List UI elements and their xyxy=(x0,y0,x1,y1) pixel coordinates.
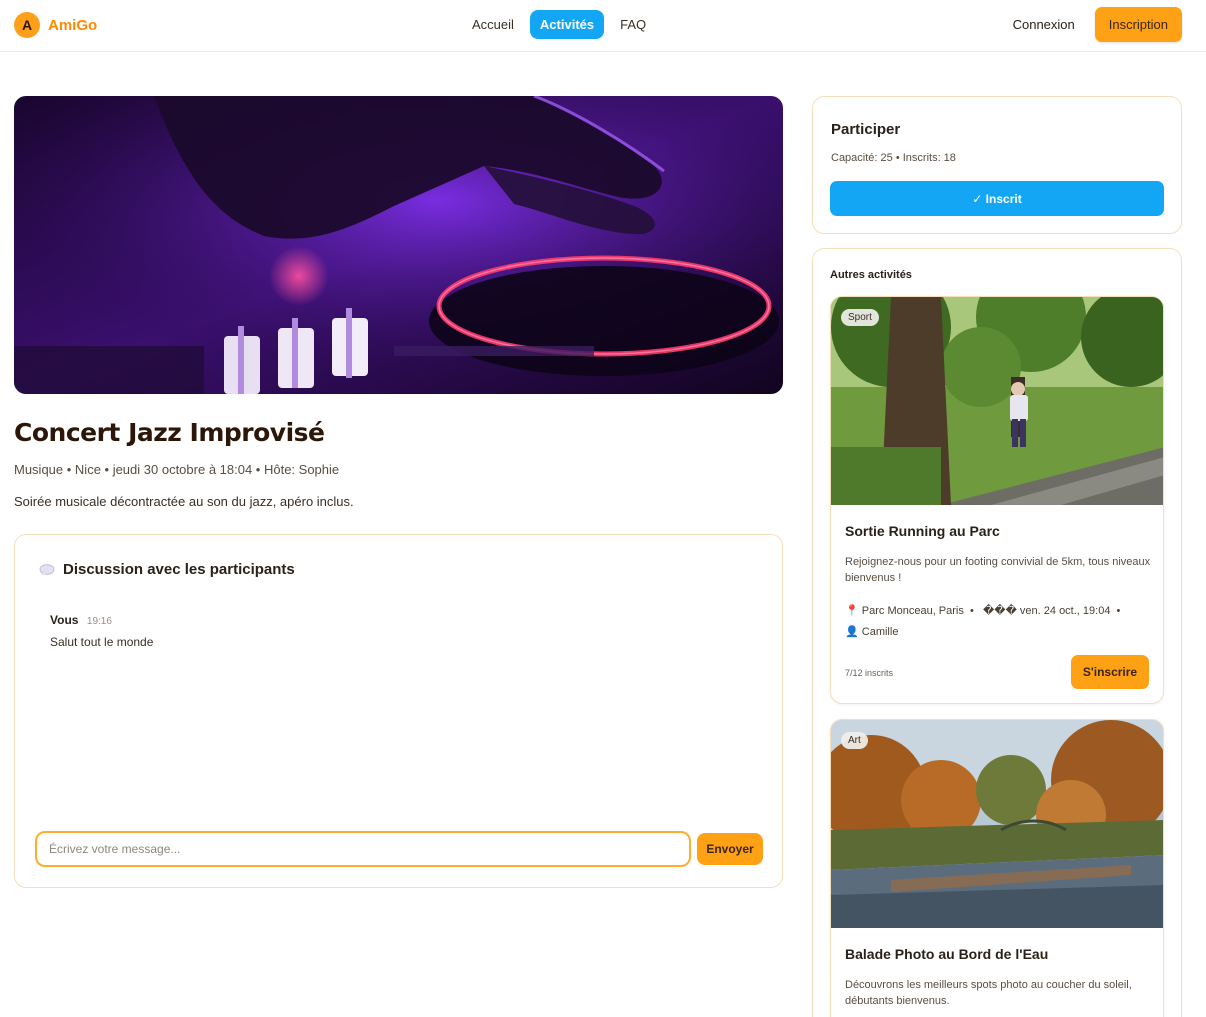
activity-tag: Art xyxy=(841,732,868,749)
event-title: Concert Jazz Improvisé xyxy=(14,418,325,447)
app-name: AmiGo xyxy=(48,16,98,34)
participate-title: Participer xyxy=(831,121,901,138)
activity-meta: 📍 Parc Monceau, Paris • ��� ven. 24 oct.… xyxy=(845,605,1121,638)
chat-message-input[interactable] xyxy=(35,831,691,867)
registered-button[interactable]: ✓ Inscrit xyxy=(830,181,1164,216)
register-button[interactable]: S'inscrire xyxy=(1071,655,1149,689)
event-hero-image xyxy=(14,96,783,394)
top-navbar: A AmiGo Accueil Activités FAQ Connexion … xyxy=(0,0,1206,52)
logo-badge: A xyxy=(14,12,40,38)
speech-bubble-icon xyxy=(39,563,55,576)
activity-location: Parc Monceau, Paris xyxy=(861,605,964,617)
pin-icon: 📍 xyxy=(845,605,859,617)
login-button[interactable]: Connexion xyxy=(1003,8,1085,41)
message-author: Vous xyxy=(50,613,79,627)
nav-link-faq[interactable]: FAQ xyxy=(610,10,656,39)
message-text: Salut tout le monde xyxy=(50,635,154,649)
signup-button[interactable]: Inscription xyxy=(1094,7,1182,42)
activity-description: Découvrons les meilleurs spots photo au … xyxy=(845,979,1132,1007)
activity-title: Balade Photo au Bord de l'Eau xyxy=(845,946,1049,962)
chat-header: Discussion avec les participants xyxy=(39,561,295,578)
auth-actions: Connexion Inscription xyxy=(1003,7,1182,42)
send-button[interactable]: Envoyer xyxy=(697,833,763,865)
chat-panel: Discussion avec les participants Vous 19… xyxy=(14,534,783,888)
chat-message: Vous 19:16 Salut tout le monde xyxy=(50,611,153,649)
event-meta: Musique • Nice • jeudi 30 octobre à 18:0… xyxy=(14,462,340,477)
activity-image: Art xyxy=(831,720,1163,928)
logo[interactable]: A AmiGo xyxy=(14,12,97,38)
activity-card[interactable]: Art Balade Photo au Bord de l'Eau Découv… xyxy=(830,719,1164,1017)
nav-link-accueil[interactable]: Accueil xyxy=(462,10,524,39)
activity-card[interactable]: Sport Sortie Running au Parc Rejoignez-n… xyxy=(830,296,1164,704)
activity-title: Sortie Running au Parc xyxy=(845,523,1000,539)
message-time: 19:16 xyxy=(86,616,112,627)
main-nav: Accueil Activités FAQ xyxy=(462,10,656,39)
activity-date: ��� ven. 24 oct., 19:04 xyxy=(983,605,1111,617)
activity-image: Sport xyxy=(831,297,1163,505)
event-description: Soirée musicale décontractée au son du j… xyxy=(14,494,354,509)
capacity-info: Capacité: 25 • Inscrits: 18 xyxy=(831,152,956,164)
activity-count: 7/12 inscrits xyxy=(845,668,894,678)
activity-tag: Sport xyxy=(841,309,879,326)
other-activities-card: Autres activités Sport Sortie Running au… xyxy=(812,248,1182,1017)
activity-host: Camille xyxy=(861,625,899,638)
user-icon: 👤 xyxy=(845,625,859,638)
activity-description: Rejoignez-nous pour un footing convivial… xyxy=(845,556,1151,584)
participate-card: Participer Capacité: 25 • Inscrits: 18 ✓… xyxy=(812,96,1182,234)
other-activities-title: Autres activités xyxy=(830,269,912,281)
nav-link-activites[interactable]: Activités xyxy=(529,10,605,39)
chat-title: Discussion avec les participants xyxy=(63,561,295,578)
